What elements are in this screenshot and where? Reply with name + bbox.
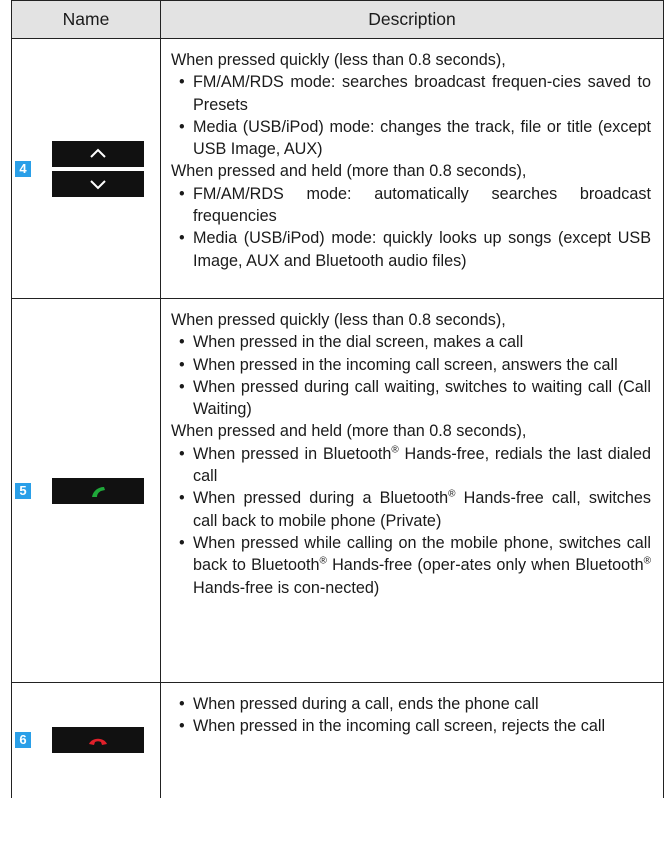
list-item: When pressed in the incoming call screen…	[171, 715, 651, 738]
row-description: When pressed quickly (less than 0.8 seco…	[160, 298, 664, 683]
list-item: FM/AM/RDS mode: automatically searches b…	[171, 183, 651, 228]
row-number-badge: 5	[15, 482, 31, 499]
table-row: 6 When pressed during a call, ends the p…	[11, 682, 664, 798]
table-row: 5 When pressed quickly (less than 0.8 se…	[11, 298, 664, 683]
bullet-list: FM/AM/RDS mode: searches broadcast frequ…	[171, 71, 651, 160]
chevron-down-icon	[90, 179, 106, 189]
header-name: Name	[11, 0, 161, 39]
seek-up-button[interactable]	[52, 140, 145, 167]
list-item: When pressed during call waiting, switch…	[171, 376, 651, 421]
description-text: When pressed and held (more than 0.8 sec…	[171, 162, 527, 181]
list-item: Media (USB/iPod) mode: quickly looks up …	[171, 227, 651, 272]
description-text: When pressed quickly (less than 0.8 seco…	[171, 311, 506, 329]
list-item: When pressed while calling on the mobile…	[171, 532, 651, 599]
description-text: When pressed and held (more than 0.8 sec…	[171, 422, 527, 441]
description-table: Name Description 4 When pressed quickly …	[11, 0, 664, 798]
list-item: When pressed in the incoming call screen…	[171, 354, 651, 377]
row-number-badge: 4	[15, 160, 31, 177]
bullet-list: When pressed in Bluetooth® Hands-free, r…	[171, 443, 651, 599]
row-description: When pressed during a call, ends the pho…	[160, 682, 664, 798]
header-description: Description	[160, 0, 664, 39]
call-answer-icon	[92, 486, 106, 497]
row-number-badge: 6	[15, 732, 31, 749]
end-call-button[interactable]	[52, 727, 145, 754]
bullet-list: When pressed during a call, ends the pho…	[171, 693, 651, 738]
call-end-icon	[89, 739, 108, 746]
description-text: When pressed quickly (less than 0.8 seco…	[171, 51, 506, 69]
bullet-list: When pressed in the dial screen, makes a…	[171, 331, 651, 420]
bullet-list: FM/AM/RDS mode: automatically searches b…	[171, 183, 651, 272]
seek-down-button[interactable]	[52, 170, 145, 197]
list-item: When pressed in Bluetooth® Hands-free, r…	[171, 443, 651, 488]
list-item: FM/AM/RDS mode: searches broadcast frequ…	[171, 71, 651, 116]
table-header: Name Description	[11, 0, 664, 39]
list-item: When pressed in the dial screen, makes a…	[171, 331, 651, 354]
list-item: When pressed during a Bluetooth® Hands-f…	[171, 487, 651, 532]
row-description: When pressed quickly (less than 0.8 seco…	[160, 38, 664, 299]
list-item: Media (USB/iPod) mode: changes the track…	[171, 116, 651, 161]
chevron-up-icon	[90, 148, 106, 158]
list-item: When pressed during a call, ends the pho…	[171, 693, 651, 716]
table-row: 4 When pressed quickly (less than 0.8 se…	[11, 38, 664, 299]
call-button[interactable]	[52, 477, 145, 504]
